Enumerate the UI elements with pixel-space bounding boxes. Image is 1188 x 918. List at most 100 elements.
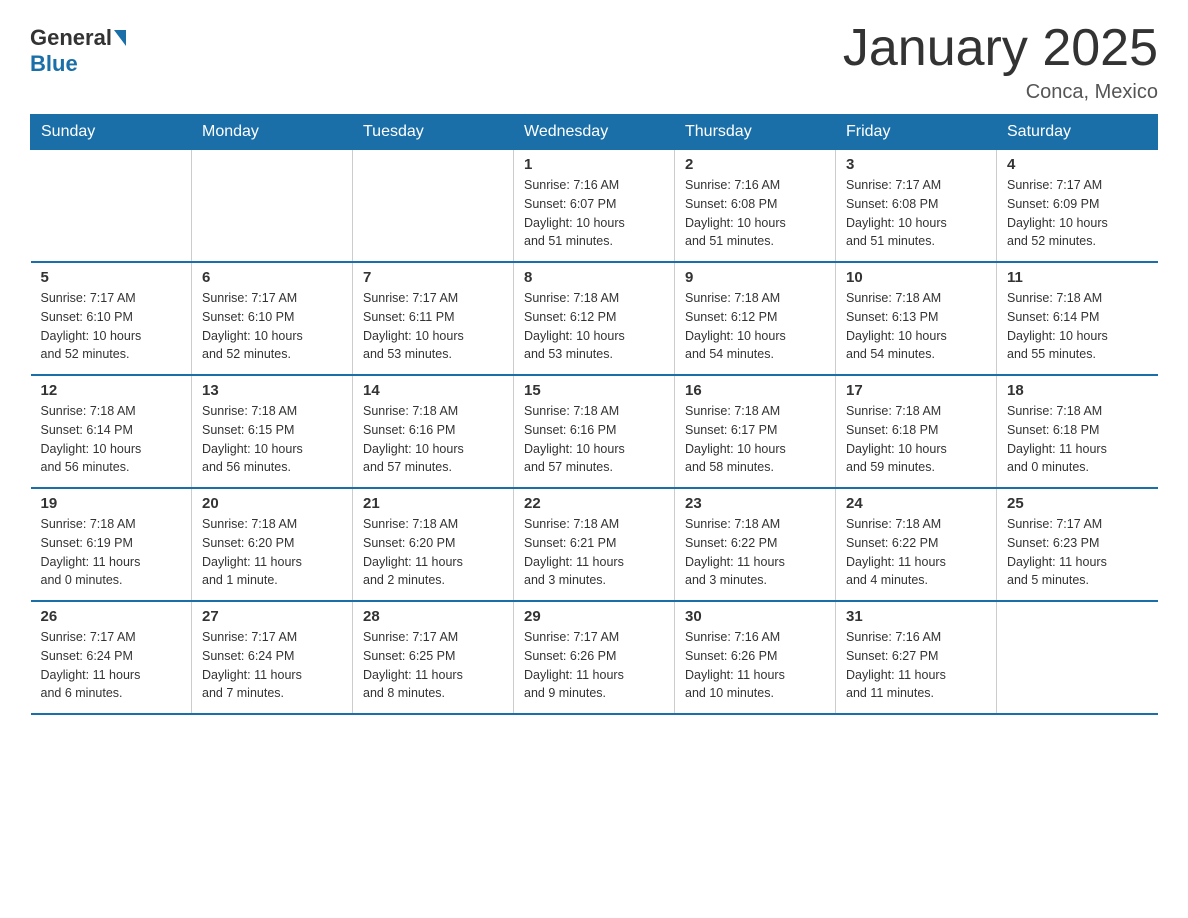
day-number: 13	[202, 382, 342, 399]
day-number: 14	[363, 382, 503, 399]
table-row: 8 Sunrise: 7:18 AM Sunset: 6:12 PM Daylig…	[514, 262, 675, 375]
table-row: 19 Sunrise: 7:18 AM Sunset: 6:19 PM Dayli…	[31, 488, 192, 601]
day-info: Sunrise: 7:18 AM Sunset: 6:18 PM Dayligh…	[1007, 402, 1148, 477]
day-number: 24	[846, 495, 986, 512]
day-number: 27	[202, 608, 342, 625]
day-number: 10	[846, 269, 986, 286]
header-sunday: Sunday	[31, 115, 192, 150]
day-info: Sunrise: 7:18 AM Sunset: 6:19 PM Dayligh…	[41, 515, 182, 590]
day-number: 1	[524, 156, 664, 173]
header-wednesday: Wednesday	[514, 115, 675, 150]
calendar-week-row: 5 Sunrise: 7:17 AM Sunset: 6:10 PM Daylig…	[31, 262, 1158, 375]
table-row: 5 Sunrise: 7:17 AM Sunset: 6:10 PM Daylig…	[31, 262, 192, 375]
day-info: Sunrise: 7:18 AM Sunset: 6:22 PM Dayligh…	[846, 515, 986, 590]
day-info: Sunrise: 7:18 AM Sunset: 6:12 PM Dayligh…	[685, 289, 825, 364]
table-row: 25 Sunrise: 7:17 AM Sunset: 6:23 PM Dayli…	[997, 488, 1158, 601]
day-info: Sunrise: 7:17 AM Sunset: 6:24 PM Dayligh…	[202, 628, 342, 703]
table-row: 10 Sunrise: 7:18 AM Sunset: 6:13 PM Dayli…	[836, 262, 997, 375]
day-number: 5	[41, 269, 182, 286]
day-info: Sunrise: 7:16 AM Sunset: 6:08 PM Dayligh…	[685, 176, 825, 251]
calendar-week-row: 19 Sunrise: 7:18 AM Sunset: 6:19 PM Dayli…	[31, 488, 1158, 601]
calendar-week-row: 1 Sunrise: 7:16 AM Sunset: 6:07 PM Daylig…	[31, 150, 1158, 263]
day-number: 6	[202, 269, 342, 286]
table-row: 4 Sunrise: 7:17 AM Sunset: 6:09 PM Daylig…	[997, 150, 1158, 263]
day-info: Sunrise: 7:18 AM Sunset: 6:22 PM Dayligh…	[685, 515, 825, 590]
table-row: 20 Sunrise: 7:18 AM Sunset: 6:20 PM Dayli…	[192, 488, 353, 601]
day-number: 18	[1007, 382, 1148, 399]
day-info: Sunrise: 7:18 AM Sunset: 6:20 PM Dayligh…	[202, 515, 342, 590]
day-info: Sunrise: 7:18 AM Sunset: 6:14 PM Dayligh…	[41, 402, 182, 477]
table-row: 3Sunrise: 7:17 AM Sunset: 6:08 PM Daylig…	[836, 150, 997, 263]
day-info: Sunrise: 7:18 AM Sunset: 6:20 PM Dayligh…	[363, 515, 503, 590]
logo-general-text: General	[30, 25, 112, 51]
day-info: Sunrise: 7:17 AM Sunset: 6:10 PM Dayligh…	[202, 289, 342, 364]
table-row: 27 Sunrise: 7:17 AM Sunset: 6:24 PM Dayli…	[192, 601, 353, 714]
header-thursday: Thursday	[675, 115, 836, 150]
table-row: 11Sunrise: 7:18 AM Sunset: 6:14 PM Dayli…	[997, 262, 1158, 375]
day-info: Sunrise: 7:18 AM Sunset: 6:12 PM Dayligh…	[524, 289, 664, 364]
day-info: Sunrise: 7:17 AM Sunset: 6:26 PM Dayligh…	[524, 628, 664, 703]
day-number: 29	[524, 608, 664, 625]
table-row	[192, 150, 353, 263]
day-info: Sunrise: 7:16 AM Sunset: 6:27 PM Dayligh…	[846, 628, 986, 703]
header-friday: Friday	[836, 115, 997, 150]
logo-blue-text: Blue	[30, 51, 78, 77]
day-number: 19	[41, 495, 182, 512]
day-number: 23	[685, 495, 825, 512]
table-row: 12Sunrise: 7:18 AM Sunset: 6:14 PM Dayli…	[31, 375, 192, 488]
day-info: Sunrise: 7:18 AM Sunset: 6:13 PM Dayligh…	[846, 289, 986, 364]
table-row	[31, 150, 192, 263]
table-row: 28 Sunrise: 7:17 AM Sunset: 6:25 PM Dayli…	[353, 601, 514, 714]
day-number: 26	[41, 608, 182, 625]
header-saturday: Saturday	[997, 115, 1158, 150]
logo-arrow-icon	[114, 30, 126, 46]
day-info: Sunrise: 7:17 AM Sunset: 6:23 PM Dayligh…	[1007, 515, 1148, 590]
table-row: 31 Sunrise: 7:16 AM Sunset: 6:27 PM Dayli…	[836, 601, 997, 714]
table-row: 15Sunrise: 7:18 AM Sunset: 6:16 PM Dayli…	[514, 375, 675, 488]
page-header: General Blue January 2025 Conca, Mexico	[30, 20, 1158, 104]
table-row	[997, 601, 1158, 714]
day-info: Sunrise: 7:17 AM Sunset: 6:25 PM Dayligh…	[363, 628, 503, 703]
table-row: 30 Sunrise: 7:16 AM Sunset: 6:26 PM Dayli…	[675, 601, 836, 714]
day-info: Sunrise: 7:18 AM Sunset: 6:14 PM Dayligh…	[1007, 289, 1148, 364]
day-number: 22	[524, 495, 664, 512]
day-number: 20	[202, 495, 342, 512]
table-row: 21Sunrise: 7:18 AM Sunset: 6:20 PM Dayli…	[353, 488, 514, 601]
table-row: 1 Sunrise: 7:16 AM Sunset: 6:07 PM Daylig…	[514, 150, 675, 263]
day-number: 9	[685, 269, 825, 286]
day-number: 30	[685, 608, 825, 625]
day-number: 8	[524, 269, 664, 286]
day-number: 16	[685, 382, 825, 399]
table-row: 13 Sunrise: 7:18 AM Sunset: 6:15 PM Dayli…	[192, 375, 353, 488]
calendar-table: Sunday Monday Tuesday Wednesday Thursday…	[30, 114, 1158, 715]
table-row: 9 Sunrise: 7:18 AM Sunset: 6:12 PM Daylig…	[675, 262, 836, 375]
header-monday: Monday	[192, 115, 353, 150]
day-number: 4	[1007, 156, 1148, 173]
table-row: 2 Sunrise: 7:16 AM Sunset: 6:08 PM Daylig…	[675, 150, 836, 263]
day-info: Sunrise: 7:18 AM Sunset: 6:17 PM Dayligh…	[685, 402, 825, 477]
day-info: Sunrise: 7:18 AM Sunset: 6:21 PM Dayligh…	[524, 515, 664, 590]
day-number: 2	[685, 156, 825, 173]
day-info: Sunrise: 7:16 AM Sunset: 6:07 PM Dayligh…	[524, 176, 664, 251]
table-row: 29 Sunrise: 7:17 AM Sunset: 6:26 PM Dayli…	[514, 601, 675, 714]
day-number: 7	[363, 269, 503, 286]
header-tuesday: Tuesday	[353, 115, 514, 150]
day-number: 15	[524, 382, 664, 399]
day-number: 31	[846, 608, 986, 625]
table-row	[353, 150, 514, 263]
day-info: Sunrise: 7:18 AM Sunset: 6:18 PM Dayligh…	[846, 402, 986, 477]
day-number: 28	[363, 608, 503, 625]
day-info: Sunrise: 7:17 AM Sunset: 6:10 PM Dayligh…	[41, 289, 182, 364]
day-info: Sunrise: 7:18 AM Sunset: 6:16 PM Dayligh…	[363, 402, 503, 477]
day-info: Sunrise: 7:17 AM Sunset: 6:09 PM Dayligh…	[1007, 176, 1148, 251]
day-info: Sunrise: 7:18 AM Sunset: 6:15 PM Dayligh…	[202, 402, 342, 477]
table-row: 18 Sunrise: 7:18 AM Sunset: 6:18 PM Dayli…	[997, 375, 1158, 488]
table-row: 24 Sunrise: 7:18 AM Sunset: 6:22 PM Dayli…	[836, 488, 997, 601]
logo: General Blue	[30, 20, 126, 77]
table-row: 6 Sunrise: 7:17 AM Sunset: 6:10 PM Daylig…	[192, 262, 353, 375]
location-text: Conca, Mexico	[843, 81, 1158, 104]
table-row: 23 Sunrise: 7:18 AM Sunset: 6:22 PM Dayli…	[675, 488, 836, 601]
day-info: Sunrise: 7:16 AM Sunset: 6:26 PM Dayligh…	[685, 628, 825, 703]
day-number: 25	[1007, 495, 1148, 512]
day-number: 17	[846, 382, 986, 399]
